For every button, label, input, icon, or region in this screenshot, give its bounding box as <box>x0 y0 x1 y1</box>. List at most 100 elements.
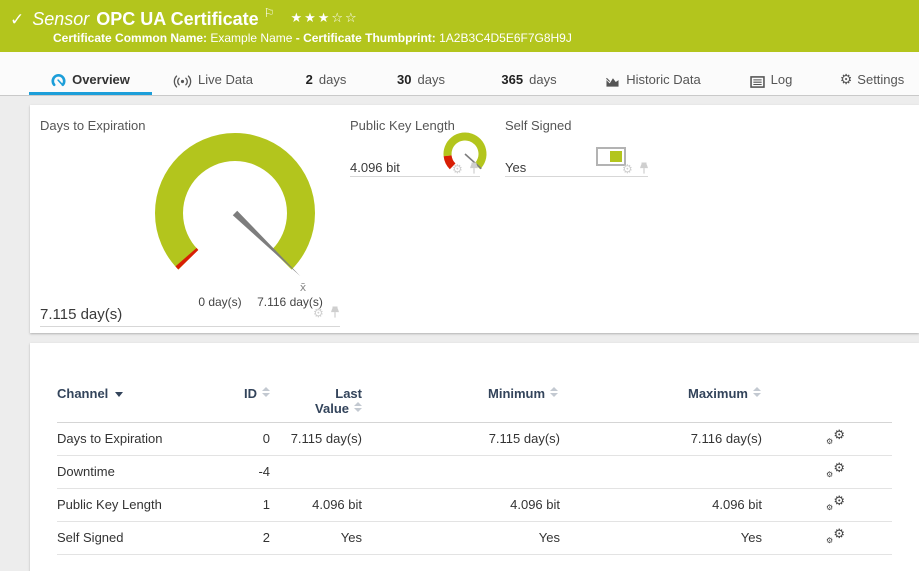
panel-divider <box>350 176 480 177</box>
tab-number: 2 <box>306 72 313 87</box>
channel-minimum <box>362 455 560 488</box>
channel-last-value <box>270 455 362 488</box>
column-header-actions <box>762 380 892 422</box>
tab-overview[interactable]: Overview <box>29 55 152 95</box>
sensor-subtitle: Certificate Common Name: Example Name - … <box>53 31 572 45</box>
column-header-last-value[interactable]: Last Value <box>270 380 362 422</box>
tab-number: 365 <box>501 72 523 87</box>
panel-pin-icon[interactable] <box>469 162 479 175</box>
tab-number: 30 <box>397 72 411 87</box>
live-data-icon <box>173 75 192 88</box>
sort-icon <box>753 387 761 397</box>
sensor-title-row: ✓ Sensor OPC UA Certificate ⚐ ★★★☆☆ <box>10 6 359 30</box>
days-to-expiration-gauge: x̄ <box>135 113 335 313</box>
switch-on-knob <box>610 151 622 162</box>
tab-2-days[interactable]: 2 days <box>298 55 354 95</box>
channel-last-value: Yes <box>270 521 362 554</box>
channel-maximum: 7.116 day(s) <box>560 422 762 455</box>
table-row[interactable]: Public Key Length 1 4.096 bit 4.096 bit … <box>57 488 892 521</box>
gauges-card: Days to Expiration x̄ 0 day(s) 7.116 day… <box>30 105 919 333</box>
table-row[interactable]: Self Signed 2 Yes Yes Yes ⚙⚙ <box>57 521 892 554</box>
subtitle-separator: - <box>296 31 300 45</box>
tab-label: Historic Data <box>626 72 700 87</box>
channel-id: 1 <box>207 488 270 521</box>
column-header-maximum[interactable]: Maximum <box>560 380 762 422</box>
days-to-expiration-value: 7.115 day(s) <box>40 306 122 323</box>
tab-label: days <box>319 72 346 87</box>
gauge-min-label: 0 day(s) <box>198 295 241 309</box>
gauge-error-tick <box>186 257 188 260</box>
sort-icon <box>550 387 558 397</box>
active-tab-underline <box>29 92 152 95</box>
gauge-average-marker: x̄ <box>300 281 307 294</box>
panel-gear-icon[interactable]: ⚙ <box>622 163 633 175</box>
table-row[interactable]: Downtime -4 ⚙⚙ <box>57 455 892 488</box>
sort-icon <box>354 402 362 412</box>
panel-gear-icon[interactable]: ⚙ <box>313 307 324 319</box>
gauge-icon <box>51 73 66 88</box>
tab-bar: Overview Live Data 2 days 30 days 365 da… <box>0 52 919 96</box>
historic-chart-icon <box>605 75 620 88</box>
channel-maximum: Yes <box>560 521 762 554</box>
channel-id: -4 <box>207 455 270 488</box>
public-key-length-value: 4.096 bit <box>350 160 400 175</box>
channel-id: 0 <box>207 422 270 455</box>
self-signed-value: Yes <box>505 160 526 175</box>
channel-last-value: 4.096 bit <box>270 488 362 521</box>
panel-pin-icon[interactable] <box>639 162 649 175</box>
settings-gear-icon: ⚙ <box>840 74 853 87</box>
column-header-id[interactable]: ID <box>207 380 270 422</box>
sensor-header: ✓ Sensor OPC UA Certificate ⚐ ★★★☆☆ Certific… <box>0 0 919 52</box>
priority-stars[interactable]: ★★★☆☆ <box>290 11 358 26</box>
flag-icon[interactable]: ⚐ <box>264 6 275 20</box>
channel-id: 2 <box>207 521 270 554</box>
channel-settings-icon[interactable]: ⚙⚙ <box>826 429 845 446</box>
panel-tools: ⚙ <box>313 306 340 319</box>
panel-gear-icon[interactable]: ⚙ <box>452 163 463 175</box>
channel-name: Days to Expiration <box>57 422 207 455</box>
status-ok-icon: ✓ <box>10 10 24 30</box>
panel-divider <box>40 326 340 327</box>
thumbprint-value: 1A2B3C4D5E6F7G8H9J <box>439 31 572 45</box>
panel-pin-icon[interactable] <box>330 306 340 319</box>
channel-maximum: 4.096 bit <box>560 488 762 521</box>
tab-live-data[interactable]: Live Data <box>168 55 258 95</box>
column-header-minimum[interactable]: Minimum <box>362 380 560 422</box>
channel-settings-icon[interactable]: ⚙⚙ <box>826 528 845 545</box>
channel-settings-icon[interactable]: ⚙⚙ <box>826 495 845 512</box>
panel-title-days-to-expiration: Days to Expiration <box>40 118 146 133</box>
object-kind-label: Sensor <box>32 9 89 29</box>
channel-name: Downtime <box>57 455 207 488</box>
channel-name: Self Signed <box>57 521 207 554</box>
channel-last-value: 7.115 day(s) <box>270 422 362 455</box>
channels-card: Channel ID Last Value Minimum Maximum <box>30 343 919 571</box>
tab-label: Overview <box>72 72 130 87</box>
tab-30-days[interactable]: 30 days <box>390 55 452 95</box>
tab-label: Live Data <box>198 72 253 87</box>
channel-settings-icon[interactable]: ⚙⚙ <box>826 462 845 479</box>
tab-label: Log <box>771 72 793 87</box>
log-icon <box>750 76 765 88</box>
thumbprint-label: Certificate Thumbprint: <box>303 31 436 45</box>
channel-name: Public Key Length <box>57 488 207 521</box>
channel-maximum <box>560 455 762 488</box>
tab-settings[interactable]: ⚙ Settings <box>840 55 904 95</box>
table-row[interactable]: Days to Expiration 0 7.115 day(s) 7.115 … <box>57 422 892 455</box>
tab-log[interactable]: Log <box>745 55 797 95</box>
channels-table: Channel ID Last Value Minimum Maximum <box>57 380 892 555</box>
common-name-label: Certificate Common Name: <box>53 31 207 45</box>
column-header-channel[interactable]: Channel <box>57 380 207 422</box>
panel-tools: ⚙ <box>622 162 649 175</box>
tab-historic-data[interactable]: Historic Data <box>600 55 706 95</box>
sort-icon <box>262 387 270 397</box>
tab-365-days[interactable]: 365 days <box>494 55 564 95</box>
panel-tools: ⚙ <box>452 162 479 175</box>
panel-divider <box>505 176 648 177</box>
prtg-sensor-page: ✓ Sensor OPC UA Certificate ⚐ ★★★☆☆ Certific… <box>0 0 919 571</box>
channel-minimum: 7.115 day(s) <box>362 422 560 455</box>
panel-title-self-signed: Self Signed <box>505 118 572 133</box>
channel-minimum: Yes <box>362 521 560 554</box>
tab-label: days <box>529 72 556 87</box>
tab-label: days <box>418 72 445 87</box>
page-title: OPC UA Certificate <box>96 9 258 29</box>
